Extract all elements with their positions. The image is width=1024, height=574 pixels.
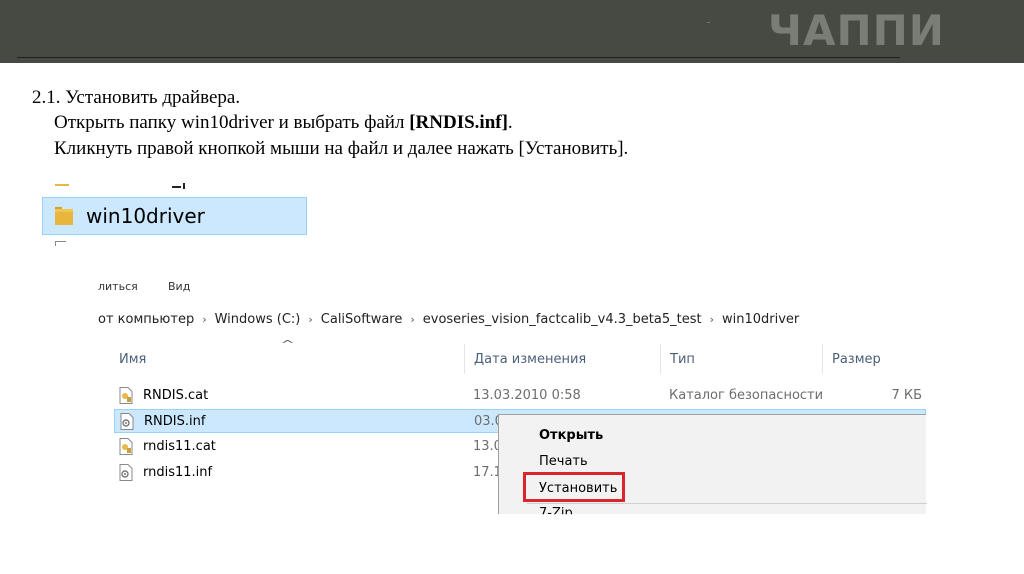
- column-header-size[interactable]: Размер: [832, 352, 881, 367]
- breadcrumb-calisoftware[interactable]: CaliSoftware: [321, 312, 403, 327]
- column-header-date[interactable]: Дата изменения: [474, 352, 586, 367]
- file-name: RNDIS.cat: [143, 388, 209, 403]
- setup-info-file-icon: [120, 413, 134, 430]
- top-banner: ЧАППИ: [0, 0, 1024, 63]
- file-name: rndis11.cat: [143, 439, 216, 454]
- chevron-right-icon: ›: [308, 313, 313, 326]
- breadcrumb-windows-c[interactable]: Windows (C:): [215, 312, 301, 327]
- folder-name: win10driver: [86, 204, 205, 228]
- step-heading: 2.1. Установить драйвера.: [32, 87, 241, 108]
- banner-divider: [17, 57, 900, 58]
- logo: ЧАППИ: [768, 6, 945, 55]
- column-divider[interactable]: [822, 344, 823, 374]
- install-highlight-frame: [523, 472, 625, 502]
- context-menu-7zip[interactable]: 7-Zip: [539, 506, 573, 514]
- ribbon-tab-share[interactable]: литься: [98, 280, 138, 293]
- file-name: rndis11.inf: [143, 465, 213, 480]
- sort-ascending-icon: ^: [280, 338, 295, 351]
- cropped-fragment: [183, 183, 185, 189]
- file-type: Каталог безопасности: [669, 388, 824, 403]
- folder-icon-fragment: [55, 182, 69, 188]
- setup-info-file-icon: [119, 464, 133, 481]
- breadcrumb-win10driver[interactable]: win10driver: [722, 312, 799, 327]
- banner-dot: [707, 22, 710, 23]
- file-date: 13.03.2010 0:58: [473, 388, 581, 403]
- folder-icon: [55, 207, 73, 225]
- column-divider[interactable]: [464, 344, 465, 374]
- chevron-right-icon: ›: [410, 313, 415, 326]
- file-icon-fragment: [55, 241, 66, 246]
- instruction-filename: [RNDIS.inf]: [409, 112, 508, 133]
- menu-separator: [527, 503, 927, 504]
- column-divider[interactable]: [660, 344, 661, 374]
- catalog-file-icon: [119, 387, 133, 404]
- step-instruction-install: Кликнуть правой кнопкой мыши на файл и д…: [54, 138, 629, 159]
- breadcrumb-evoseries[interactable]: evoseries_vision_factcalib_v4.3_beta5_te…: [423, 312, 702, 327]
- file-row[interactable]: RNDIS.cat 13.03.2010 0:58 Каталог безопа…: [114, 384, 926, 408]
- chevron-right-icon: ›: [202, 313, 207, 326]
- file-size: 7 КБ: [891, 388, 922, 403]
- address-bar[interactable]: от компьютер › Windows (C:) › CaliSoftware › e…: [98, 312, 799, 327]
- context-menu-open[interactable]: Открыть: [539, 428, 603, 443]
- step-instruction-open: Открыть папку win10driver и выбрать файл…: [54, 112, 513, 134]
- file-name: RNDIS.inf: [144, 414, 206, 429]
- cropped-fragment: [172, 186, 181, 188]
- chevron-right-icon: ›: [709, 313, 714, 326]
- instruction-period: .: [507, 112, 513, 133]
- instruction-text: Открыть папку win10driver и выбрать файл: [54, 112, 410, 133]
- catalog-file-icon: [119, 438, 133, 455]
- context-menu-print[interactable]: Печать: [539, 454, 588, 469]
- breadcrumb-computer[interactable]: от компьютер: [98, 312, 194, 327]
- folder-item-win10driver[interactable]: win10driver: [42, 197, 307, 235]
- column-header-type[interactable]: Тип: [670, 352, 695, 367]
- column-header-name[interactable]: Имя: [119, 352, 146, 367]
- ribbon-tab-view[interactable]: Вид: [168, 280, 190, 293]
